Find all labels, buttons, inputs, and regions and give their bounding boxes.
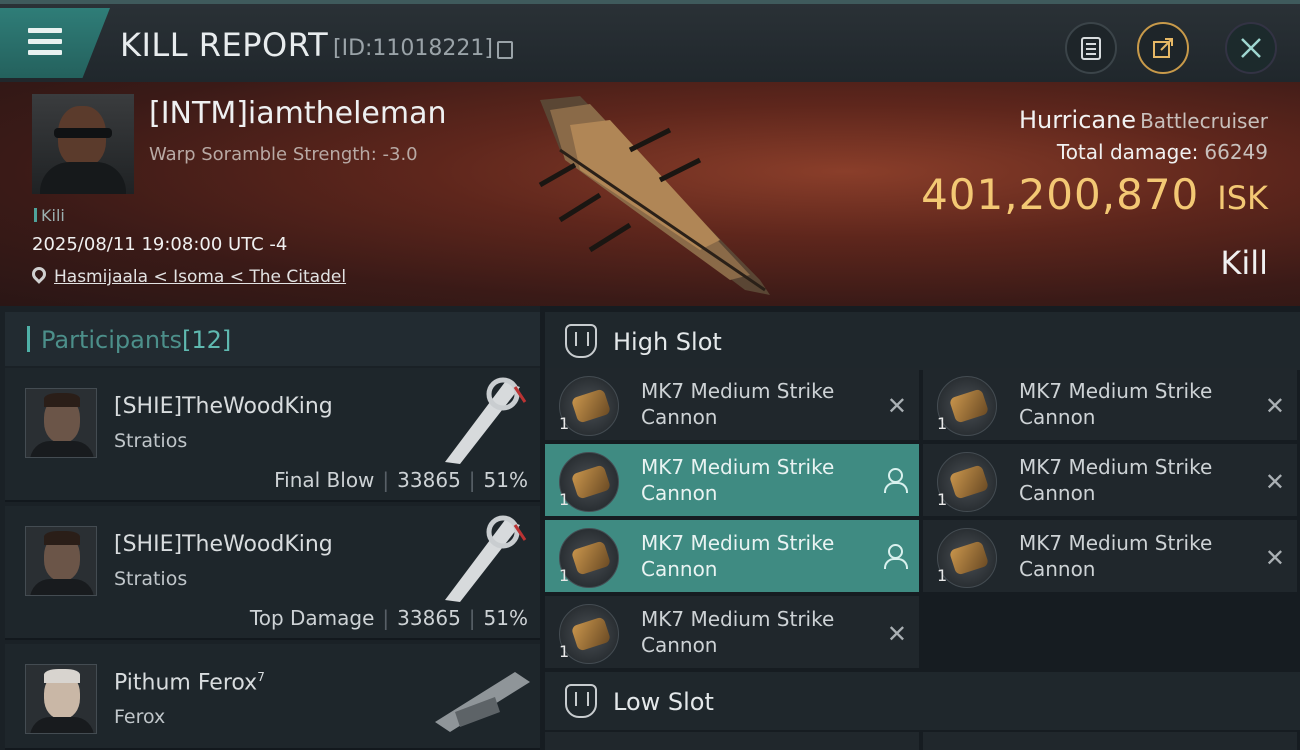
participants-count: [12] [181, 326, 232, 354]
module-quantity: 1 [937, 490, 948, 509]
participants-panel: Participants[12] [SHIE]TheWoodKing Strat… [0, 306, 540, 750]
victim-portrait[interactable] [32, 94, 134, 194]
close-button[interactable] [1225, 22, 1277, 74]
low-slot-label: Low Slot [613, 688, 714, 716]
dropped-person-icon [883, 544, 908, 569]
module-quantity: 1 [937, 566, 948, 585]
total-damage: Total damage: 66249 [1056, 140, 1268, 164]
participant-name: [SHIE]TheWoodKing [114, 532, 333, 557]
avatar[interactable] [25, 526, 97, 596]
victim-ship-name[interactable]: Hurricane Battlecruiser [1019, 106, 1268, 134]
participant-stats: Final Blow | 33865 | 51% [274, 468, 528, 492]
kill-tag: Kili [34, 206, 65, 225]
destroyed-x-icon: ✕ [1264, 468, 1285, 496]
fitting-panel: High Slot 1 MK7 Medium Strike Cannon ✕ 1 … [540, 306, 1300, 750]
menu-button[interactable] [0, 8, 110, 78]
module-name: MK7 Medium Strike Cannon [641, 379, 835, 429]
participant-ship: Stratios [114, 568, 188, 590]
participant-stats: Top Damage | 33865 | 51% [249, 606, 528, 630]
destroyed-x-icon: ✕ [1264, 392, 1285, 420]
module-item[interactable] [545, 732, 919, 750]
kill-datetime: 2025/08/11 19:08:00 UTC -4 [32, 234, 288, 255]
destroyed-x-icon: ✕ [886, 620, 907, 648]
module-name: MK7 Medium Strike Cannon [1019, 379, 1213, 429]
isk-value: 401,200,870 ISK [921, 170, 1268, 219]
participant-ship-image [445, 377, 527, 464]
participant-row[interactable]: [SHIE]TheWoodKing Stratios Top Damage | 33… [5, 506, 540, 640]
participant-name: Pithum Ferox7 [114, 670, 265, 696]
clipboard-button[interactable] [1065, 22, 1117, 74]
share-button[interactable] [1137, 22, 1189, 74]
module-item[interactable]: 1 MK7 Medium Strike Cannon ✕ [923, 520, 1297, 594]
module-item[interactable]: 1 MK7 Medium Strike Cannon ✕ [923, 368, 1297, 442]
module-name: MK7 Medium Strike Cannon [641, 531, 835, 581]
module-name: MK7 Medium Strike Cannon [1019, 455, 1213, 505]
module-quantity: 1 [559, 642, 570, 661]
module-quantity: 1 [559, 490, 570, 509]
module-name: MK7 Medium Strike Cannon [641, 455, 835, 505]
module-item[interactable] [923, 732, 1297, 750]
low-slot-header: Low Slot [545, 672, 1300, 730]
participants-label: Participants [41, 326, 182, 354]
victim-ship-image[interactable] [520, 90, 790, 300]
module-item[interactable]: 1 MK7 Medium Strike Cannon [545, 520, 919, 594]
participant-row[interactable]: Pithum Ferox7 Ferox [5, 644, 540, 750]
close-icon [1241, 38, 1261, 58]
victim-banner: [INTM]iamtheleman Warp Soramble Strength… [0, 82, 1300, 306]
participant-ship: Stratios [114, 430, 188, 452]
report-id: [ID:11018221] [333, 36, 493, 61]
header-bar: KILL REPORT [ID:11018221] [0, 0, 1300, 82]
participant-name: [SHIE]TheWoodKing [114, 394, 333, 419]
participant-ship-image [435, 672, 530, 732]
module-item[interactable]: 1 MK7 Medium Strike Cannon ✕ [545, 368, 919, 442]
module-name: MK7 Medium Strike Cannon [1019, 531, 1213, 581]
destroyed-x-icon: ✕ [886, 392, 907, 420]
high-slot-header: High Slot [545, 312, 1300, 370]
dropped-person-icon [883, 468, 908, 493]
participants-header[interactable]: Participants[12] [5, 312, 540, 366]
avatar[interactable] [25, 388, 97, 458]
module-quantity: 1 [559, 566, 570, 585]
module-name: MK7 Medium Strike Cannon [641, 607, 835, 657]
copy-icon[interactable] [497, 41, 513, 59]
destroyed-x-icon: ✕ [1264, 544, 1285, 572]
module-quantity: 1 [937, 414, 948, 433]
module-quantity: 1 [559, 414, 570, 433]
module-item[interactable]: 1 MK7 Medium Strike Cannon ✕ [923, 444, 1297, 518]
victim-ship-class: Battlecruiser [1140, 109, 1268, 133]
low-slot-icon [565, 684, 597, 718]
kill-location-link[interactable]: Hasmijaala < Isoma < The Citadel [54, 267, 346, 287]
module-item[interactable]: 1 MK7 Medium Strike Cannon ✕ [545, 596, 919, 670]
participant-ship: Ferox [114, 706, 166, 728]
high-slot-icon [565, 324, 597, 358]
participant-ship-image [445, 515, 527, 602]
page-title: KILL REPORT [120, 26, 329, 64]
warp-scramble-strength: Warp Soramble Strength: -3.0 [149, 144, 418, 165]
location-pin-icon [29, 264, 49, 284]
participant-row[interactable]: [SHIE]TheWoodKing Stratios Final Blow | 33… [5, 368, 540, 502]
clipboard-icon [1081, 37, 1101, 60]
share-icon [1153, 38, 1173, 58]
victim-pilot-name[interactable]: [INTM]iamtheleman [149, 96, 447, 131]
menu-icon [28, 28, 62, 56]
module-item[interactable]: 1 MK7 Medium Strike Cannon [545, 444, 919, 518]
kill-result: Kill [1220, 244, 1268, 282]
high-slot-label: High Slot [613, 328, 722, 356]
avatar[interactable] [25, 664, 97, 734]
